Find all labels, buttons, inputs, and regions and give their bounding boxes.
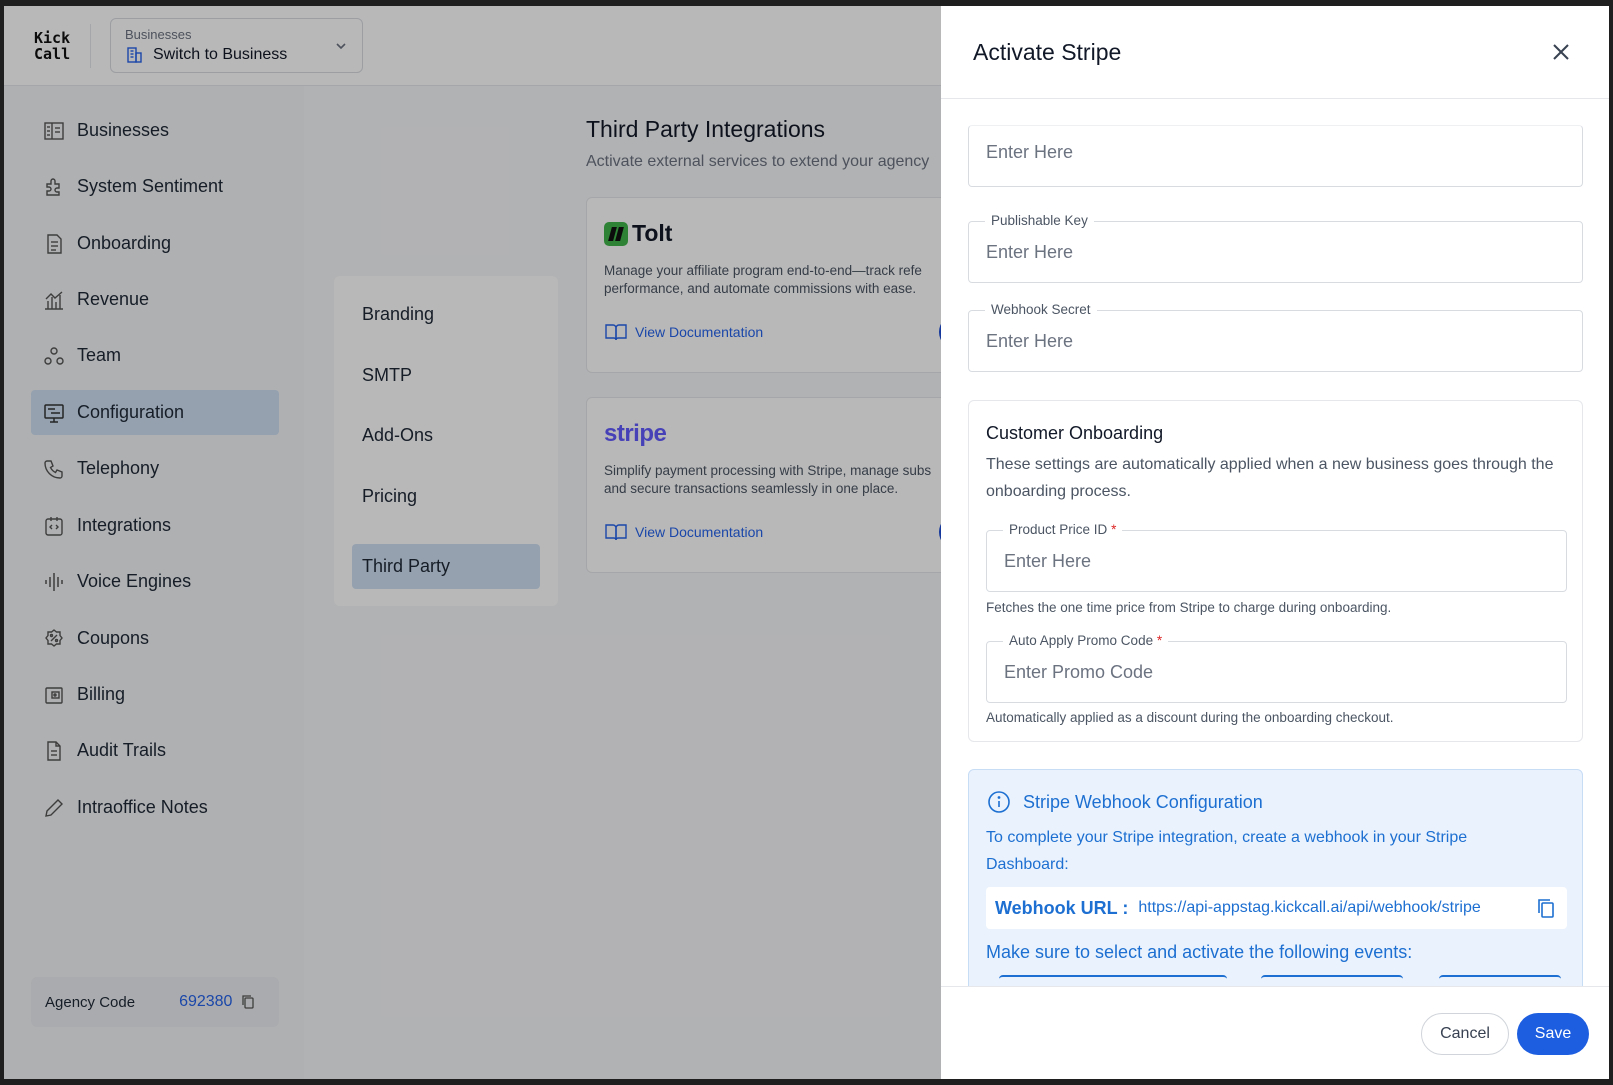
webhook-url-box: Webhook URL : https://api-appstag.kickca… bbox=[986, 887, 1567, 929]
cancel-button[interactable]: Cancel bbox=[1421, 1013, 1509, 1055]
publishable-key-input[interactable] bbox=[986, 236, 1546, 268]
product-price-id-label-text: Product Price ID bbox=[1009, 522, 1108, 537]
save-button[interactable]: Save bbox=[1517, 1013, 1589, 1055]
onboarding-description: These settings are automatically applied… bbox=[986, 456, 1554, 500]
copy-icon[interactable] bbox=[1535, 897, 1557, 919]
app-window: Kick Call Businesses Switch to Business … bbox=[4, 6, 1609, 1079]
drawer-body: Publishable Key Webhook Secret Customer … bbox=[941, 99, 1609, 986]
promo-code-label-text: Auto Apply Promo Code bbox=[1009, 633, 1154, 648]
close-icon[interactable] bbox=[1549, 40, 1573, 64]
info-icon bbox=[988, 791, 1010, 813]
product-price-id-help: Fetches the one time price from Stripe t… bbox=[986, 600, 1392, 615]
customer-onboarding-section: Customer Onboarding These settings are a… bbox=[968, 400, 1583, 742]
promo-code-help: Automatically applied as a discount duri… bbox=[986, 710, 1394, 725]
webhook-secret-field: Webhook Secret bbox=[968, 302, 1583, 372]
webhook-events-instruction: Make sure to select and activate the fol… bbox=[986, 942, 1413, 962]
secret-key-input[interactable] bbox=[986, 136, 1546, 168]
onboarding-title: Customer Onboarding bbox=[986, 423, 1164, 443]
event-chip bbox=[1261, 975, 1403, 986]
publishable-key-field: Publishable Key bbox=[968, 213, 1583, 283]
event-chip bbox=[1439, 975, 1561, 986]
product-price-id-field: Product Price ID * bbox=[986, 522, 1567, 592]
webhook-config-header: Stripe Webhook Configuration bbox=[987, 790, 1263, 814]
required-mark: * bbox=[1156, 633, 1163, 648]
webhook-config-panel: Stripe Webhook Configuration To complete… bbox=[968, 769, 1583, 986]
promo-code-field: Auto Apply Promo Code * bbox=[986, 633, 1567, 703]
webhook-config-description: To complete your Stripe integration, cre… bbox=[986, 829, 1468, 873]
publishable-key-label: Publishable Key bbox=[985, 213, 1094, 228]
promo-code-label: Auto Apply Promo Code * bbox=[1003, 633, 1169, 648]
product-price-id-input[interactable] bbox=[1004, 545, 1564, 577]
required-mark: * bbox=[1111, 522, 1117, 537]
drawer-header: Activate Stripe bbox=[941, 6, 1609, 99]
product-price-id-label: Product Price ID * bbox=[1003, 522, 1123, 537]
webhook-event-chips bbox=[999, 975, 1579, 986]
secret-key-field bbox=[968, 125, 1583, 187]
drawer-title: Activate Stripe bbox=[973, 39, 1122, 65]
activate-stripe-drawer: Activate Stripe Publishable Key Webhook … bbox=[941, 6, 1609, 1079]
webhook-url-label: Webhook URL : bbox=[995, 897, 1129, 918]
webhook-url-value[interactable]: https://api-appstag.kickcall.ai/api/webh… bbox=[1138, 899, 1480, 917]
webhook-secret-input[interactable] bbox=[986, 325, 1546, 357]
webhook-secret-label: Webhook Secret bbox=[985, 302, 1097, 317]
event-chip bbox=[999, 975, 1227, 986]
drawer-footer: Cancel Save bbox=[941, 986, 1609, 1079]
webhook-config-title: Stripe Webhook Configuration bbox=[1023, 791, 1263, 812]
promo-code-input[interactable] bbox=[1004, 656, 1564, 688]
